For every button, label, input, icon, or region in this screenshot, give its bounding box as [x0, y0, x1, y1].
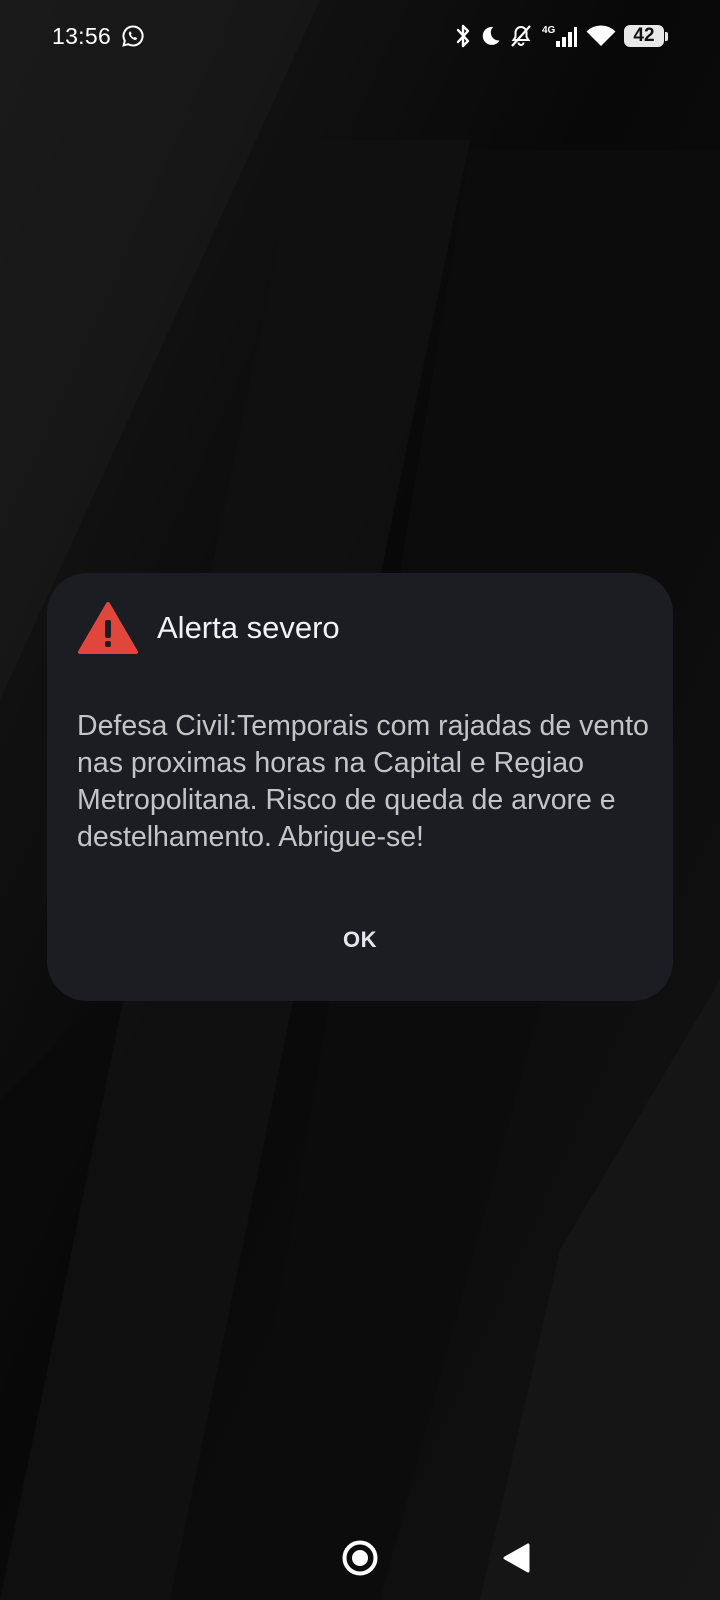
- ok-button[interactable]: OK: [313, 915, 407, 965]
- dialog-header: Alerta severo: [77, 601, 340, 655]
- back-triangle-icon: [503, 1543, 530, 1573]
- alert-message: Defesa Civil:Temporais com rajadas de ve…: [77, 710, 649, 853]
- network-type-label: 4G: [542, 25, 556, 36]
- bluetooth-icon: [455, 23, 471, 49]
- battery-level: 42: [624, 25, 664, 47]
- status-bar: 13:56 4G 42: [0, 0, 720, 72]
- dialog-title: Alerta severo: [157, 610, 340, 645]
- status-right-group: 4G 42: [455, 20, 668, 52]
- warning-triangle-icon: [77, 601, 139, 655]
- clock: 13:56: [52, 22, 112, 49]
- home-circle-icon: [342, 1540, 378, 1576]
- whatsapp-icon: [121, 24, 145, 48]
- home-button[interactable]: [340, 1538, 380, 1578]
- battery-icon: 42: [624, 24, 668, 48]
- wifi-icon: [585, 23, 617, 49]
- cellular-signal-icon: 4G: [540, 23, 578, 49]
- status-left-group: 13:56: [52, 20, 145, 52]
- do-not-disturb-moon-icon: [478, 24, 502, 48]
- vibrate-muted-icon: [509, 23, 533, 49]
- emergency-alert-dialog: Alerta severo Defesa Civil:Temporais com…: [47, 573, 673, 1001]
- battery-tip: [665, 31, 668, 41]
- back-button[interactable]: [501, 1541, 531, 1575]
